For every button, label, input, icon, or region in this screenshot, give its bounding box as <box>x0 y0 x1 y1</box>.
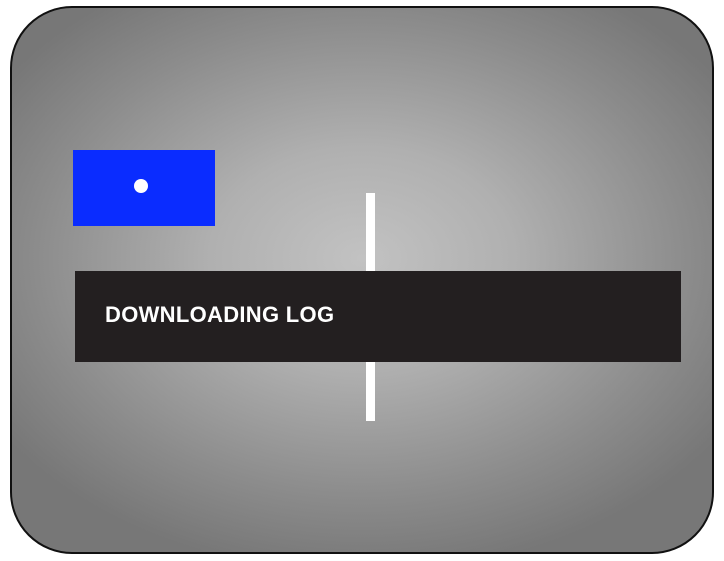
status-message: DOWNLOADING LOG <box>105 302 335 327</box>
status-indicator <box>73 150 215 226</box>
device-screen: DOWNLOADING LOG <box>10 6 714 554</box>
indicator-dot-icon <box>134 179 148 193</box>
status-banner: DOWNLOADING LOG <box>75 271 681 362</box>
